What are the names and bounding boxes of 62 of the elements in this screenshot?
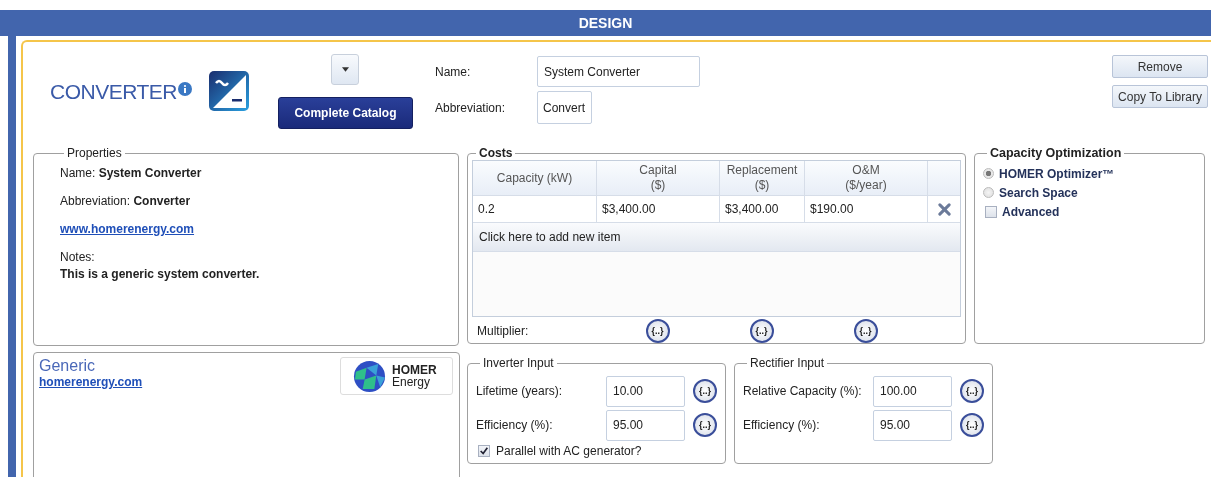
sensitivity-button[interactable]: {..} xyxy=(693,413,717,437)
caret-icon xyxy=(341,67,349,72)
multiplier-button[interactable]: {..} xyxy=(645,319,670,343)
multiplier-button[interactable]: {..} xyxy=(853,319,878,343)
action-button[interactable]: Remove xyxy=(1112,55,1208,78)
converter-icon xyxy=(207,70,250,112)
radio-button[interactable] xyxy=(983,168,994,179)
info-icon[interactable] xyxy=(177,82,192,96)
abbreviation-field[interactable]: Convert xyxy=(537,91,592,124)
complete-catalog-button[interactable]: Complete Catalog xyxy=(277,97,413,129)
vendor-name: Generic xyxy=(39,357,97,375)
multiplier-label: Multiplier: xyxy=(476,324,530,338)
notes-text: This is a generic system converter. xyxy=(60,267,261,281)
radio-button[interactable] xyxy=(983,187,994,198)
input-legend: Inverter Input xyxy=(480,356,557,370)
logo-text: HOMER xyxy=(392,364,437,376)
sensitivity-button[interactable]: {..} xyxy=(960,379,984,403)
globe-icon xyxy=(353,359,386,393)
value-field[interactable]: 10.00 xyxy=(606,375,685,407)
action-button[interactable]: Copy To Library xyxy=(1112,85,1208,108)
input-legend: Rectifier Input xyxy=(747,356,828,370)
property-abbreviation: Abbreviation: Converter xyxy=(60,194,192,208)
option-label[interactable]: HOMER Optimizer™ xyxy=(999,166,1115,181)
capacity-optimization-legend: Capacity Optimization xyxy=(987,146,1125,160)
logo-text: Energy xyxy=(392,376,432,388)
column-header[interactable]: Replacement ($) xyxy=(720,161,805,196)
name-field[interactable]: System Converter xyxy=(537,56,700,87)
vendor-link[interactable]: homerenergy.com xyxy=(39,375,143,389)
notes-label: Notes: xyxy=(60,250,96,264)
costs-legend: Costs xyxy=(476,146,516,160)
option-label[interactable]: Advanced xyxy=(1002,204,1060,219)
value-field[interactable]: 100.00 xyxy=(873,375,952,407)
field-label: Lifetime (years): xyxy=(476,384,564,398)
value-field[interactable]: 95.00 xyxy=(873,409,952,441)
sensitivity-button[interactable]: {..} xyxy=(960,413,984,437)
value-field[interactable]: 95.00 xyxy=(606,409,685,441)
property-name: Name: System Converter xyxy=(60,166,203,180)
table-cell: $3,400.00 xyxy=(720,196,805,223)
field-label: Efficiency (%): xyxy=(743,418,821,432)
field-label: Relative Capacity (%): xyxy=(743,384,863,398)
multiplier-button[interactable]: {..} xyxy=(749,319,774,343)
checkbox[interactable] xyxy=(985,205,997,218)
table-cell: $3,400.00 xyxy=(597,196,720,223)
field-label: Efficiency (%): xyxy=(476,418,554,432)
column-header[interactable]: Capital ($) xyxy=(597,161,720,196)
checkbox[interactable] xyxy=(478,445,490,457)
column-header[interactable]: Capacity (kW) xyxy=(473,161,597,196)
abbreviation-label: Abbreviation: xyxy=(435,100,507,115)
properties-legend: Properties xyxy=(64,146,125,160)
column-header[interactable]: O&M ($/year) xyxy=(805,161,928,196)
component-title: CONVERTER xyxy=(50,80,177,104)
table-cell: $190.00 xyxy=(805,196,928,223)
table-cell: 0.2 xyxy=(473,196,597,223)
delete-icon[interactable] xyxy=(937,202,951,216)
name-label: Name: xyxy=(435,64,472,79)
dropdown-button[interactable] xyxy=(331,54,360,85)
header-title: DESIGN xyxy=(578,15,633,31)
checkbox-label[interactable]: Parallel with AC generator? xyxy=(496,444,642,458)
option-label[interactable]: Search Space xyxy=(999,185,1078,200)
add-item-row[interactable]: Click here to add new item xyxy=(473,223,960,252)
website-link[interactable]: www.homerenergy.com xyxy=(60,222,195,236)
sensitivity-button[interactable]: {..} xyxy=(693,379,717,403)
